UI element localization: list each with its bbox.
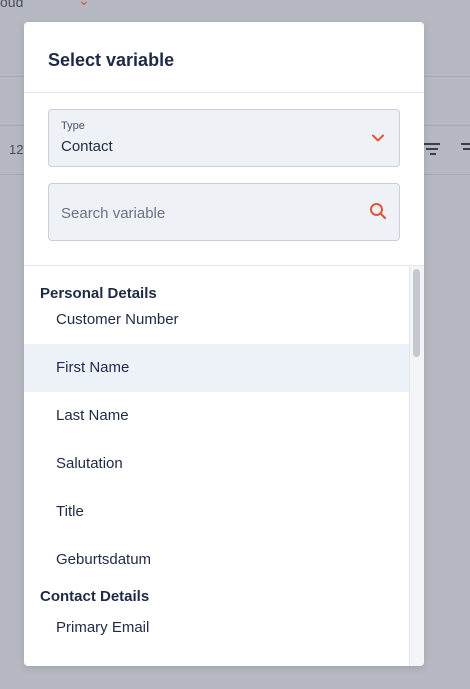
list-item-last-name[interactable]: Last Name	[24, 392, 409, 440]
type-select[interactable]: Type Contact	[48, 109, 400, 167]
filter-icon	[424, 143, 442, 158]
dialog-title: Select variable	[48, 50, 175, 70]
search-input[interactable]	[61, 202, 351, 224]
type-select-value: Contact	[61, 138, 113, 155]
background-header-text: oud	[0, 0, 24, 10]
list-item-first-name[interactable]: First Name	[24, 344, 409, 392]
background-chevron-down-icon: ⌄	[78, 0, 90, 8]
list-item-salutation[interactable]: Salutation	[24, 440, 409, 488]
search-field	[48, 183, 400, 241]
filter-icon	[461, 143, 470, 153]
list-scrollbar[interactable]	[409, 266, 424, 666]
search-icon[interactable]	[369, 202, 387, 225]
variable-list: Personal Details Customer Number First N…	[24, 266, 424, 666]
chevron-down-icon	[371, 131, 385, 150]
background-header: oud ⌄	[0, 0, 470, 12]
list-item-primary-email[interactable]: Primary Email	[24, 604, 409, 652]
select-variable-dialog: Select variable Type Contact Personal De…	[24, 22, 424, 666]
list-item-customer-number[interactable]: Customer Number	[24, 296, 409, 344]
header-divider	[24, 92, 424, 93]
list-item-geburtsdatum[interactable]: Geburtsdatum	[24, 536, 409, 584]
list-item-title[interactable]: Title	[24, 488, 409, 536]
type-select-label: Type	[61, 120, 85, 132]
background-row-number: 12	[9, 142, 24, 157]
group-header-contact-details: Contact Details	[40, 588, 150, 605]
group-header-personal-details: Personal Details	[40, 285, 157, 302]
scrollbar-thumb[interactable]	[413, 269, 420, 357]
